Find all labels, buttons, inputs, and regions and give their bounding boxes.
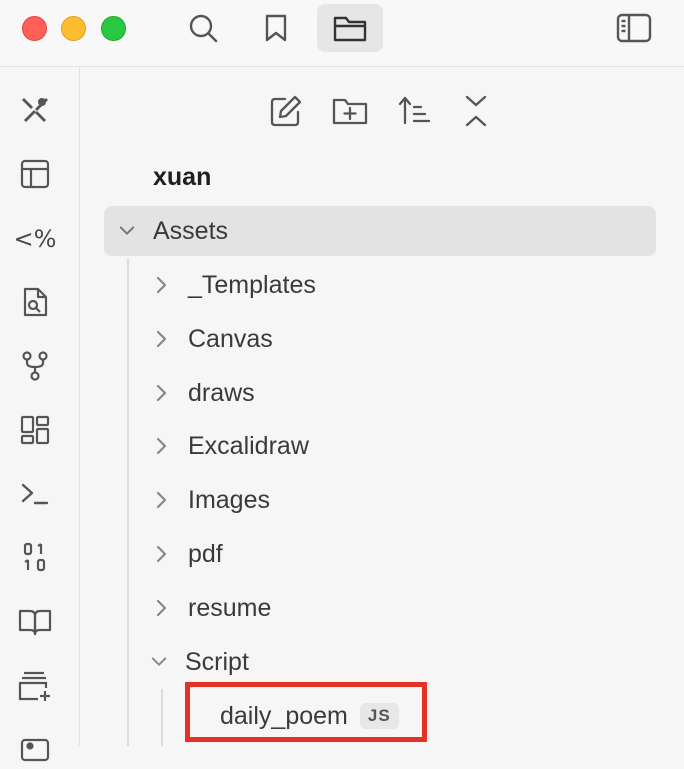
folder-label: pdf <box>188 539 223 568</box>
left-ribbon: <% <box>0 67 80 762</box>
folder-images[interactable]: Images <box>154 475 634 525</box>
ribbon-add-card[interactable] <box>13 664 57 708</box>
folder-label: Canvas <box>188 324 273 353</box>
chevron-down-icon <box>119 223 135 239</box>
folder-pdf[interactable]: pdf <box>154 529 634 579</box>
ribbon-binary[interactable] <box>13 535 57 579</box>
folder-excalidraw[interactable]: Excalidraw <box>154 421 634 471</box>
templater-icon: <% <box>13 225 57 253</box>
new-folder-icon <box>332 98 368 125</box>
window-close-button[interactable] <box>22 16 47 41</box>
plugin-tools-icon <box>22 98 48 122</box>
ribbon-plugin-tools[interactable] <box>13 87 57 131</box>
vault-name: xuan <box>153 163 212 191</box>
image-card-icon <box>20 738 50 762</box>
terminal-icon <box>21 483 49 505</box>
binary-icon <box>23 542 46 572</box>
layout-template-icon <box>20 159 50 189</box>
bookmarks-button[interactable] <box>243 4 309 52</box>
folder-label: draws <box>188 378 255 407</box>
folder-resume[interactable]: resume <box>154 583 634 633</box>
ribbon-image-card[interactable] <box>13 725 57 769</box>
dashboard-grid-icon <box>20 415 50 445</box>
file-explorer-pane: xuan Assets _Templates Canvas draws Exca… <box>80 67 684 746</box>
title-bar <box>0 0 684 67</box>
folder-label: Excalidraw <box>188 431 309 460</box>
folder-script[interactable]: Script <box>151 637 634 687</box>
folder-draws[interactable]: draws <box>154 368 634 418</box>
chevron-right-icon <box>154 599 170 617</box>
indent-guide <box>161 689 163 746</box>
collapse-all-icon <box>465 95 487 127</box>
new-note-icon <box>270 95 302 127</box>
chevron-right-icon <box>154 276 170 294</box>
folder-label: _Templates <box>188 270 316 299</box>
book-open-icon <box>18 609 52 636</box>
folder-canvas[interactable]: Canvas <box>154 314 634 364</box>
bookmark-icon <box>265 14 287 42</box>
indent-guide <box>127 259 129 746</box>
ribbon-terminal[interactable] <box>13 472 57 516</box>
collapse-all-button[interactable] <box>454 89 498 133</box>
ribbon-reading[interactable] <box>13 600 57 644</box>
new-note-button[interactable] <box>264 89 308 133</box>
ribbon-templater[interactable]: <% <box>13 217 57 261</box>
chevron-right-icon <box>154 437 170 455</box>
folder-templates[interactable]: _Templates <box>154 260 634 310</box>
folder-label: resume <box>188 593 272 622</box>
annotation-highlight-box <box>185 682 427 742</box>
change-sort-order-button[interactable] <box>392 89 436 133</box>
window-maximize-button[interactable] <box>101 16 126 41</box>
sidebar-toggle-icon <box>616 13 652 43</box>
search-button[interactable] <box>170 4 236 52</box>
ribbon-git[interactable] <box>13 344 57 388</box>
add-card-icon <box>18 671 50 701</box>
ribbon-file-search[interactable] <box>13 280 57 324</box>
search-icon <box>189 14 218 43</box>
window-minimize-button[interactable] <box>61 16 86 41</box>
folder-icon <box>333 16 367 42</box>
ribbon-layout[interactable] <box>13 152 57 196</box>
folder-assets[interactable]: Assets <box>104 206 656 256</box>
ribbon-dashboard[interactable] <box>13 408 57 452</box>
folder-label: Images <box>188 485 270 514</box>
git-branch-icon <box>22 351 48 381</box>
chevron-right-icon <box>154 491 170 509</box>
file-explorer-button[interactable] <box>317 4 383 52</box>
chevron-down-icon <box>151 654 167 670</box>
folder-label: Assets <box>153 216 229 245</box>
sidebar-toggle-button[interactable] <box>601 4 667 52</box>
chevron-right-icon <box>154 330 170 348</box>
file-search-icon <box>23 287 48 317</box>
new-folder-button[interactable] <box>328 89 372 133</box>
chevron-right-icon <box>154 384 170 402</box>
folder-label: Script <box>185 647 249 676</box>
sort-icon <box>398 96 431 125</box>
chevron-right-icon <box>154 545 170 563</box>
